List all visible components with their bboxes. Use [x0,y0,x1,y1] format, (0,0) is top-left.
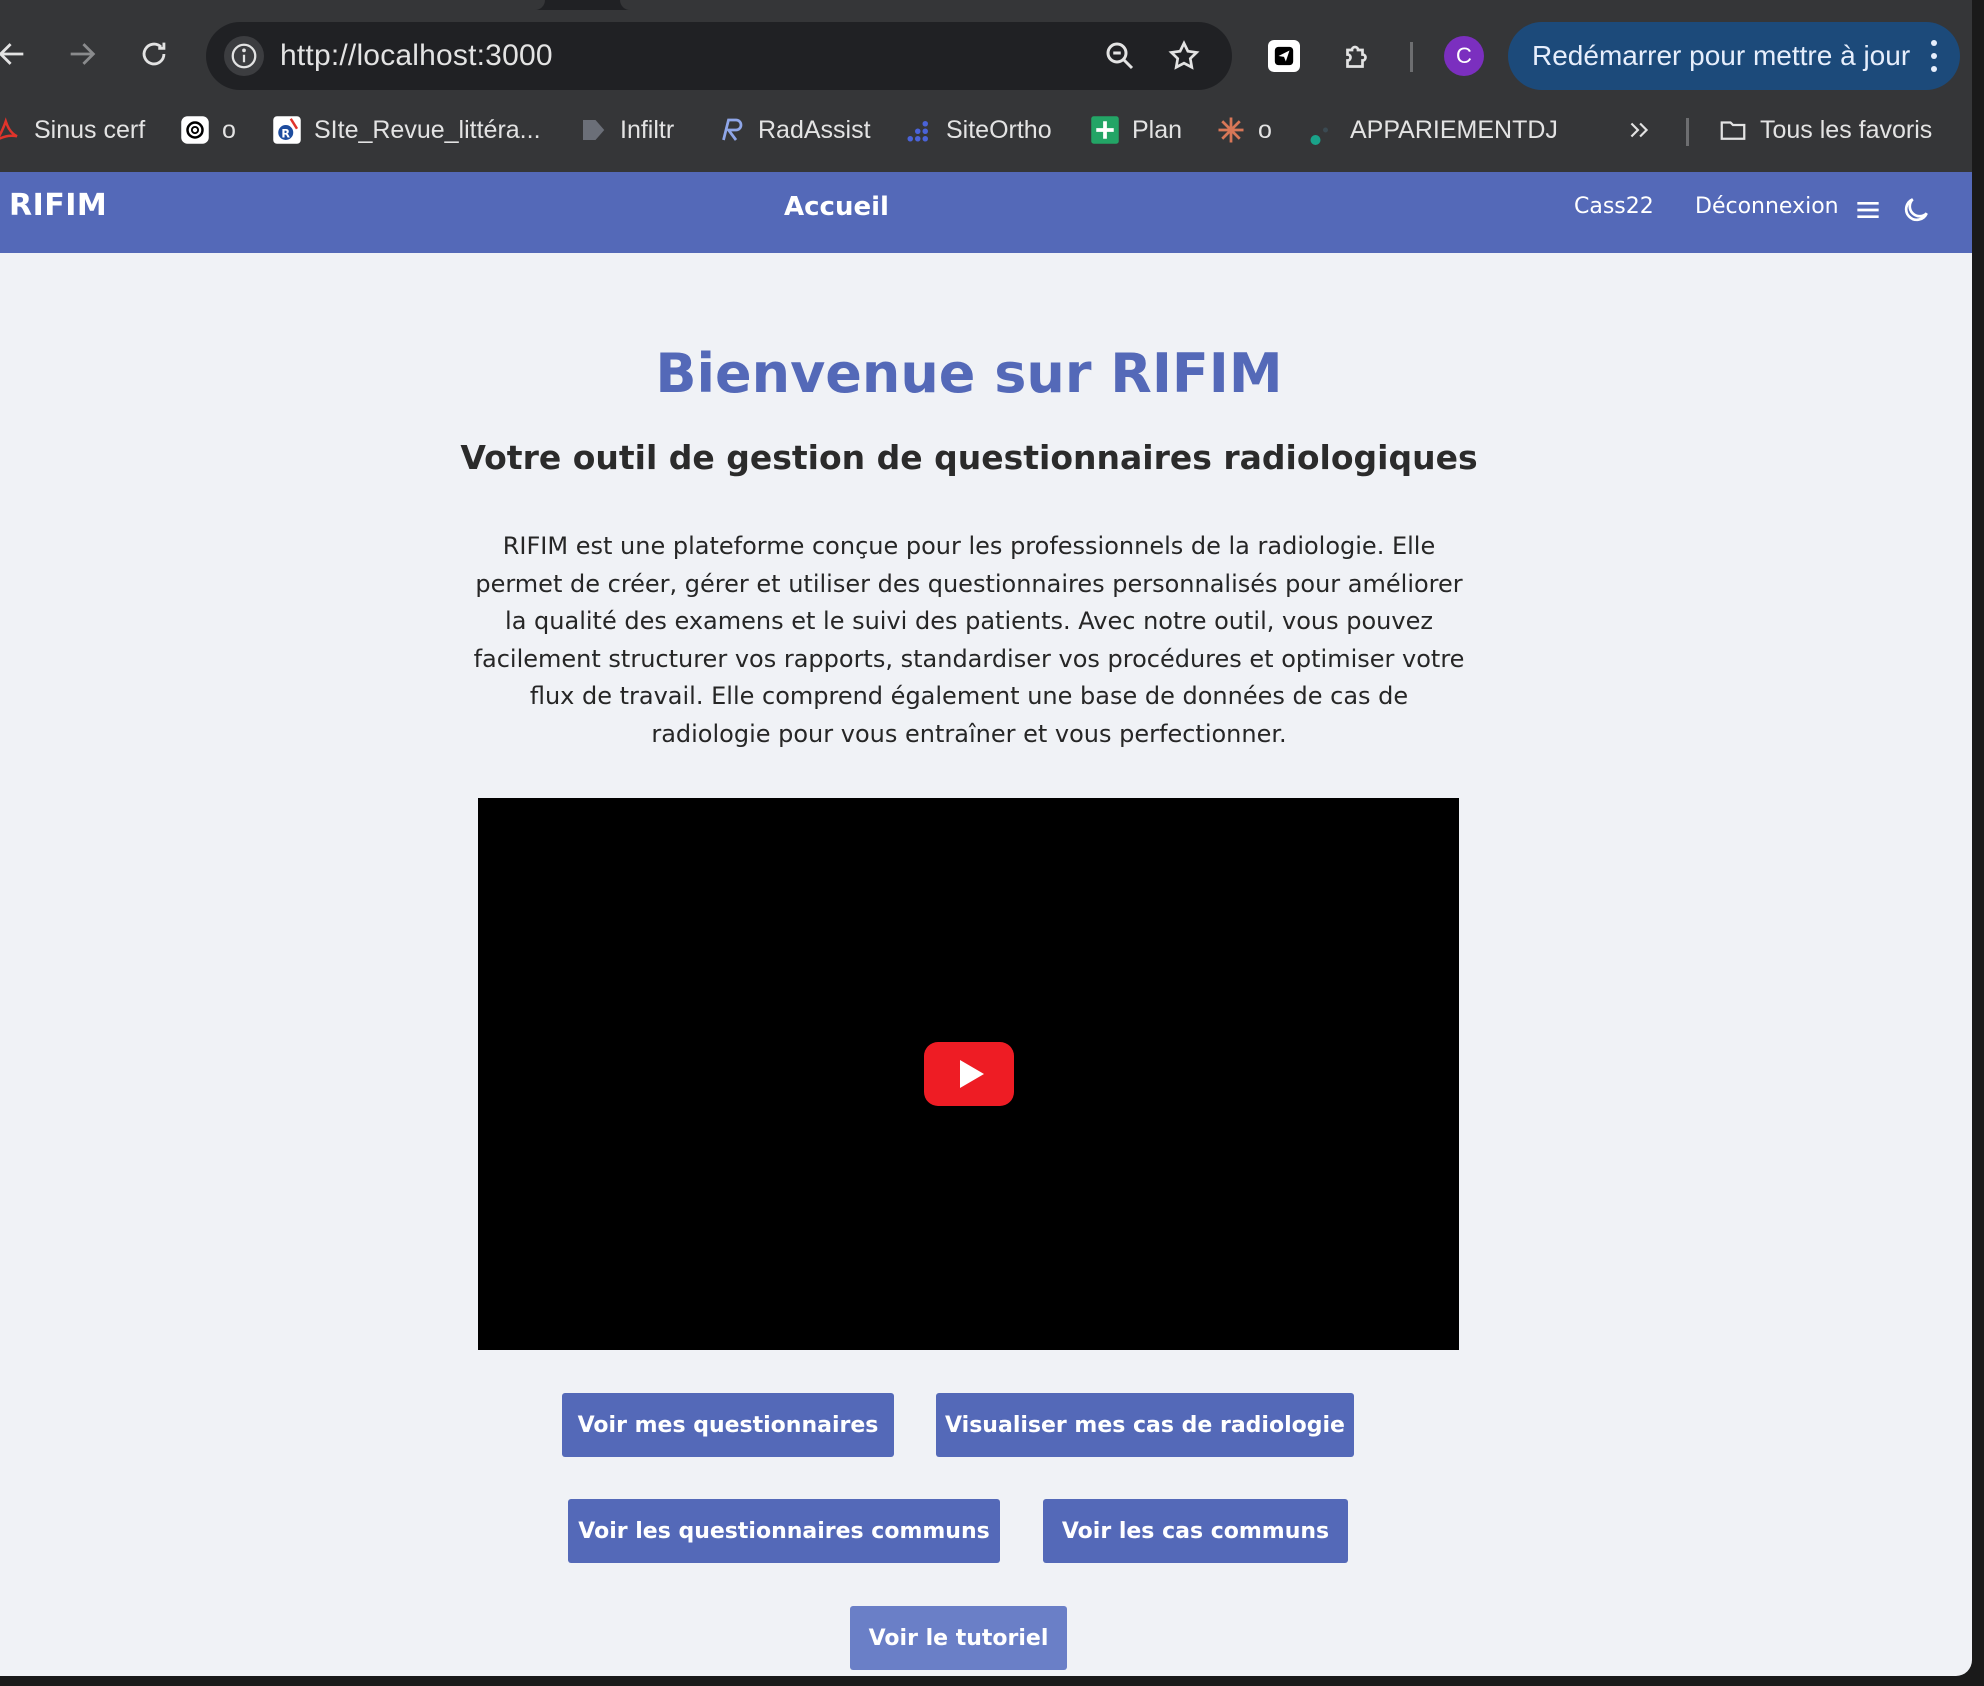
toolbar-divider [1410,42,1413,72]
bookmark-item[interactable]: RadAssist [716,112,871,148]
nav-home-link[interactable]: Accueil [784,192,889,222]
brand-logo[interactable]: RIFIM [9,188,107,223]
bookmarks-divider [1686,118,1689,146]
extension-send-icon[interactable] [1264,36,1304,76]
profile-avatar[interactable]: C [1444,36,1484,76]
reload-icon [142,42,166,66]
all-bookmarks-button[interactable]: Tous les favoris [1718,112,1932,148]
bookmark-item[interactable]: R SIte_Revue_littéra... [272,112,541,148]
site-info-icon[interactable] [224,36,264,76]
tutorial-button[interactable]: Voir le tutoriel [850,1606,1067,1670]
bookmarks-overflow-icon[interactable] [1626,112,1652,148]
bookmark-item[interactable]: Sinus cerf [0,112,145,148]
bookmarks-bar: Sinus cerf o R SIte_Revue_littéra... Inf… [0,104,1972,156]
claude-icon [1216,115,1246,145]
nav-user-link[interactable]: Cass22 [1574,194,1654,219]
arrow-tag-icon [578,115,608,145]
dots-icon [904,115,934,145]
folder-icon [1718,115,1748,145]
common-questionnaires-button[interactable]: Voir les questionnaires communs [568,1499,1000,1563]
page-description: RIFIM est une plateforme conçue pour les… [473,532,1465,748]
update-button[interactable]: Redémarrer pour mettre à jour [1508,22,1960,90]
bookmark-item[interactable]: o [180,112,236,148]
pdf-icon [0,115,22,145]
bookmark-item[interactable]: APPARIEMENTDJ [1308,112,1558,148]
forward-button[interactable] [54,26,110,82]
bookmark-item[interactable]: Infiltr [578,112,674,148]
common-cases-button[interactable]: Voir les cas communs [1043,1499,1348,1563]
radassist-icon [716,115,746,145]
zoom-icon[interactable] [1102,38,1138,74]
dot-icon [1308,115,1338,145]
url-text[interactable]: http://localhost:3000 [280,39,553,73]
more-menu-icon[interactable] [1930,40,1938,72]
svg-text:R: R [281,128,290,141]
tab-edge [620,0,1972,10]
hamburger-menu-icon[interactable] [1852,194,1884,226]
reload-button[interactable] [126,26,182,82]
page-title: Bienvenue sur RIFIM [655,342,1283,405]
page-subtitle: Votre outil de gestion de questionnaires… [460,438,1478,477]
browser-chrome: http://localhost:3000 C Redémarrer pour … [0,0,1972,172]
forward-arrow-icon [70,43,96,65]
back-button[interactable] [0,26,40,82]
bookmark-item[interactable]: o [1216,112,1272,148]
radiopaedia-icon: R [272,115,302,145]
app-navbar: RIFIM Accueil Cass22 Déconnexion [0,172,1972,253]
tab-strip [0,0,1972,10]
tab-edge [0,0,545,10]
video-player[interactable] [478,798,1459,1350]
address-bar[interactable]: http://localhost:3000 [206,22,1232,90]
sheets-plus-icon [1090,115,1120,145]
extensions-puzzle-icon[interactable] [1338,36,1378,76]
youtube-play-icon[interactable] [924,1042,1014,1106]
page-viewport: RIFIM Accueil Cass22 Déconnexion Bienven… [0,172,1972,1676]
back-arrow-icon [0,43,24,65]
bookmark-item[interactable]: Plan [1090,112,1182,148]
nav-logout-link[interactable]: Déconnexion [1695,194,1839,219]
openai-icon [180,115,210,145]
browser-toolbar: http://localhost:3000 C Redémarrer pour … [0,12,1972,100]
dark-mode-moon-icon[interactable] [1900,194,1932,226]
my-questionnaires-button[interactable]: Voir mes questionnaires [562,1393,894,1457]
my-cases-button[interactable]: Visualiser mes cas de radiologie [936,1393,1354,1457]
bookmark-item[interactable]: SiteOrtho [904,112,1052,148]
bookmark-star-icon[interactable] [1166,38,1202,74]
update-button-label: Redémarrer pour mettre à jour [1532,40,1911,71]
